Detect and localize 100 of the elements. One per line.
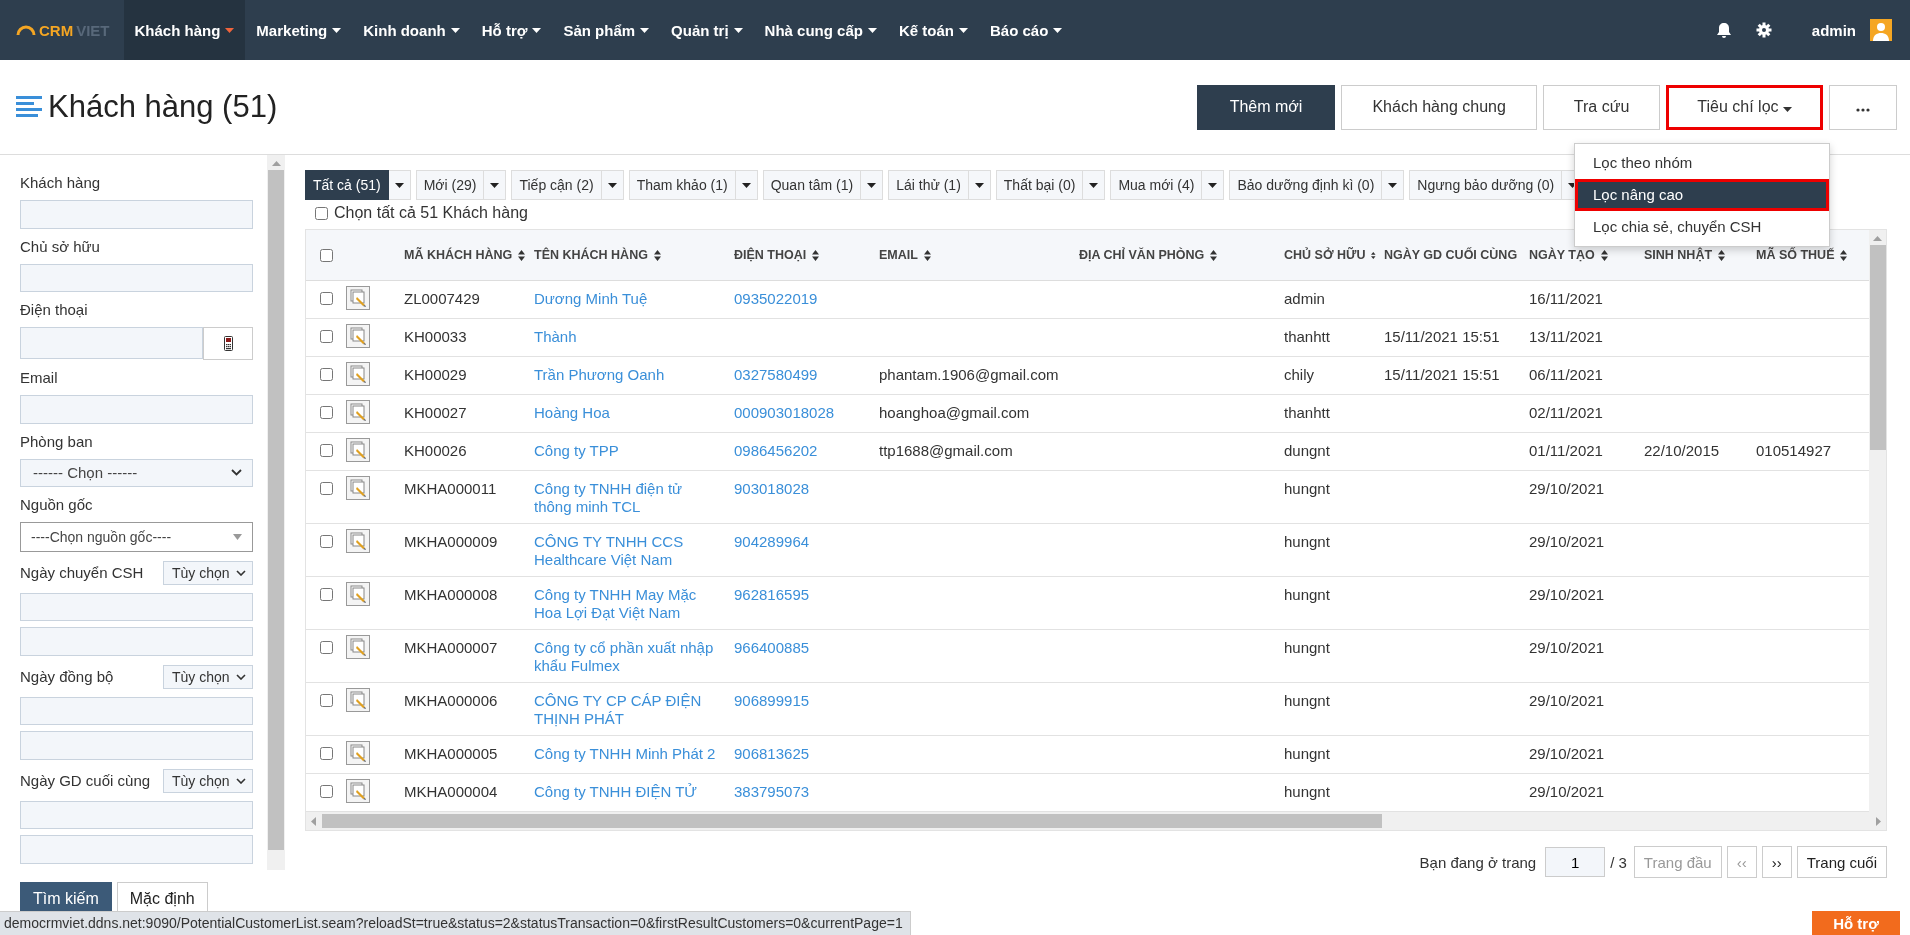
image-pencil-icon[interactable] bbox=[346, 324, 370, 348]
column-header[interactable]: TÊN KHÁCH HÀNG bbox=[534, 248, 648, 262]
column-header[interactable]: EMAIL bbox=[879, 248, 918, 262]
scrollbar[interactable] bbox=[267, 155, 285, 870]
row-checkbox[interactable] bbox=[319, 535, 333, 548]
phone-link[interactable]: 000903018028 bbox=[734, 404, 835, 422]
filter-criteria-button[interactable]: Tiêu chí lọc bbox=[1666, 84, 1823, 130]
select-all-checkbox[interactable] bbox=[315, 206, 328, 220]
image-pencil-icon[interactable] bbox=[346, 635, 370, 659]
date-to-field[interactable] bbox=[20, 731, 253, 760]
sort-icon[interactable] bbox=[1210, 249, 1218, 261]
row-checkbox[interactable] bbox=[319, 330, 333, 343]
customer-name[interactable]: CÔNG TY CP CÁP ĐIỆN THỊNH PHÁT bbox=[534, 692, 718, 728]
department-select[interactable]: ------ Chọn ------ bbox=[20, 458, 253, 487]
sort-icon[interactable] bbox=[1600, 249, 1608, 261]
row-checkbox[interactable] bbox=[319, 444, 333, 457]
tab-dropdown-button[interactable] bbox=[1083, 170, 1106, 200]
nav-menu-item[interactable]: Khách hàng bbox=[123, 0, 246, 60]
date-from-field[interactable] bbox=[20, 696, 253, 726]
phone-field[interactable] bbox=[20, 327, 203, 360]
phone-link[interactable]: 904289964 bbox=[734, 533, 810, 551]
mobile-phone-button[interactable] bbox=[203, 327, 253, 361]
row-checkbox[interactable] bbox=[319, 785, 333, 798]
status-tab[interactable]: Bảo dưỡng định kì (0) bbox=[1229, 170, 1383, 200]
sort-icon[interactable] bbox=[1371, 249, 1376, 261]
scrollbar-thumb[interactable] bbox=[268, 170, 284, 850]
pagination-button[interactable]: Trang cuối bbox=[1796, 846, 1887, 878]
image-pencil-icon[interactable] bbox=[346, 529, 370, 553]
phone-link[interactable]: 903018028 bbox=[734, 480, 810, 498]
nav-menu-item[interactable]: Sản phẩm bbox=[552, 0, 661, 60]
tab-dropdown-button[interactable] bbox=[968, 170, 991, 200]
phone-link[interactable]: 0935022019 bbox=[734, 290, 818, 308]
scrollbar-thumb[interactable] bbox=[322, 814, 1382, 828]
sort-icon[interactable] bbox=[1718, 249, 1726, 261]
sort-icon[interactable] bbox=[923, 249, 931, 261]
customer-name[interactable]: CÔNG TY TNHH CCS Healthcare Việt Nam bbox=[534, 533, 718, 569]
date-to-field[interactable] bbox=[20, 835, 253, 864]
status-tab[interactable]: Quan tâm (1) bbox=[762, 170, 862, 200]
row-checkbox[interactable] bbox=[319, 482, 333, 495]
input-field[interactable] bbox=[20, 263, 253, 293]
status-tab[interactable]: Mới (29) bbox=[415, 170, 485, 200]
column-header[interactable]: NGÀY TẠO bbox=[1529, 248, 1595, 262]
nav-menu-item[interactable]: Báo cáo bbox=[978, 0, 1074, 60]
row-checkbox[interactable] bbox=[319, 747, 333, 760]
row-checkbox[interactable] bbox=[319, 694, 333, 707]
customer-name[interactable]: Công ty TNHH ĐIỆN TỬ bbox=[534, 783, 698, 801]
sort-icon[interactable] bbox=[653, 249, 661, 261]
image-pencil-icon[interactable] bbox=[346, 438, 370, 462]
scroll-left-arrow-icon[interactable] bbox=[311, 816, 316, 826]
tab-dropdown-button[interactable] bbox=[861, 170, 884, 200]
nav-menu-item[interactable]: Nhà cung cấp bbox=[753, 0, 888, 60]
image-pencil-icon[interactable] bbox=[346, 582, 370, 606]
source-select[interactable]: ----Chọn nguồn gốc---- bbox=[20, 521, 253, 552]
header-checkbox[interactable] bbox=[319, 248, 333, 262]
column-header[interactable]: CHỦ SỞ HỮU bbox=[1284, 248, 1366, 262]
image-pencil-icon[interactable] bbox=[346, 362, 370, 386]
status-tab[interactable]: Tất cả (51) bbox=[305, 170, 389, 200]
scrollbar[interactable] bbox=[1869, 230, 1886, 812]
customer-name[interactable]: Công ty TNHH May Mặc Hoa Lợi Đạt Việt Nam bbox=[534, 586, 718, 622]
image-pencil-icon[interactable] bbox=[346, 400, 370, 424]
add-new-button[interactable]: Thêm mới bbox=[1196, 84, 1336, 130]
sort-icon[interactable] bbox=[1840, 249, 1848, 261]
customer-name[interactable]: Công ty TPP bbox=[534, 442, 619, 460]
page-number-field[interactable]: 1 bbox=[1545, 847, 1606, 877]
scrollbar-thumb[interactable] bbox=[1869, 245, 1886, 450]
phone-link[interactable]: 0986456202 bbox=[734, 442, 818, 460]
nav-menu-item[interactable]: Kinh doanh bbox=[352, 0, 471, 60]
nav-menu-item[interactable]: Kế toán bbox=[887, 0, 979, 60]
row-checkbox[interactable] bbox=[319, 368, 333, 381]
date-option-select[interactable]: Tùy chọn bbox=[163, 664, 253, 689]
nav-menu-item[interactable]: Quản trị bbox=[660, 0, 754, 60]
input-field[interactable] bbox=[20, 200, 253, 229]
phone-link[interactable]: 962816595 bbox=[734, 586, 810, 604]
tab-dropdown-button[interactable] bbox=[1382, 170, 1405, 200]
tab-dropdown-button[interactable] bbox=[735, 170, 758, 200]
image-pencil-icon[interactable] bbox=[346, 688, 370, 712]
tab-dropdown-button[interactable] bbox=[601, 170, 624, 200]
customer-name[interactable]: Công ty TNHH Minh Phát 2 bbox=[534, 745, 716, 763]
header-button[interactable]: Tra cứu bbox=[1542, 84, 1661, 130]
date-from-field[interactable] bbox=[20, 800, 253, 830]
row-checkbox[interactable] bbox=[319, 292, 333, 305]
status-tab[interactable]: Tham khảo (1) bbox=[628, 170, 736, 200]
dropdown-item[interactable]: Lọc theo nhóm bbox=[1575, 147, 1829, 179]
sort-icon[interactable] bbox=[518, 249, 526, 261]
phone-link[interactable]: 383795073 bbox=[734, 783, 810, 801]
tab-dropdown-button[interactable] bbox=[1202, 170, 1225, 200]
column-header[interactable]: ĐỊA CHỈ VĂN PHÒNG bbox=[1079, 248, 1205, 262]
scroll-right-arrow-icon[interactable] bbox=[1876, 816, 1881, 826]
customer-name[interactable]: Công ty cổ phần xuất nhập khẩu Fulmex bbox=[534, 639, 718, 675]
customer-name[interactable]: Trần Phương Oanh bbox=[534, 366, 665, 384]
date-from-field[interactable] bbox=[20, 592, 253, 622]
sort-icon[interactable] bbox=[812, 249, 820, 261]
image-pencil-icon[interactable] bbox=[346, 286, 370, 310]
user-name[interactable]: admin bbox=[1811, 21, 1856, 39]
dropdown-item[interactable]: Lọc chia sẻ, chuyển CSH bbox=[1575, 211, 1829, 243]
phone-link[interactable]: 906899915 bbox=[734, 692, 810, 710]
tab-dropdown-button[interactable] bbox=[484, 170, 507, 200]
column-header[interactable]: SINH NHẬT bbox=[1644, 248, 1713, 262]
status-tab[interactable]: Mua mới (4) bbox=[1110, 170, 1203, 200]
header-button[interactable]: Khách hàng chung bbox=[1341, 84, 1537, 130]
